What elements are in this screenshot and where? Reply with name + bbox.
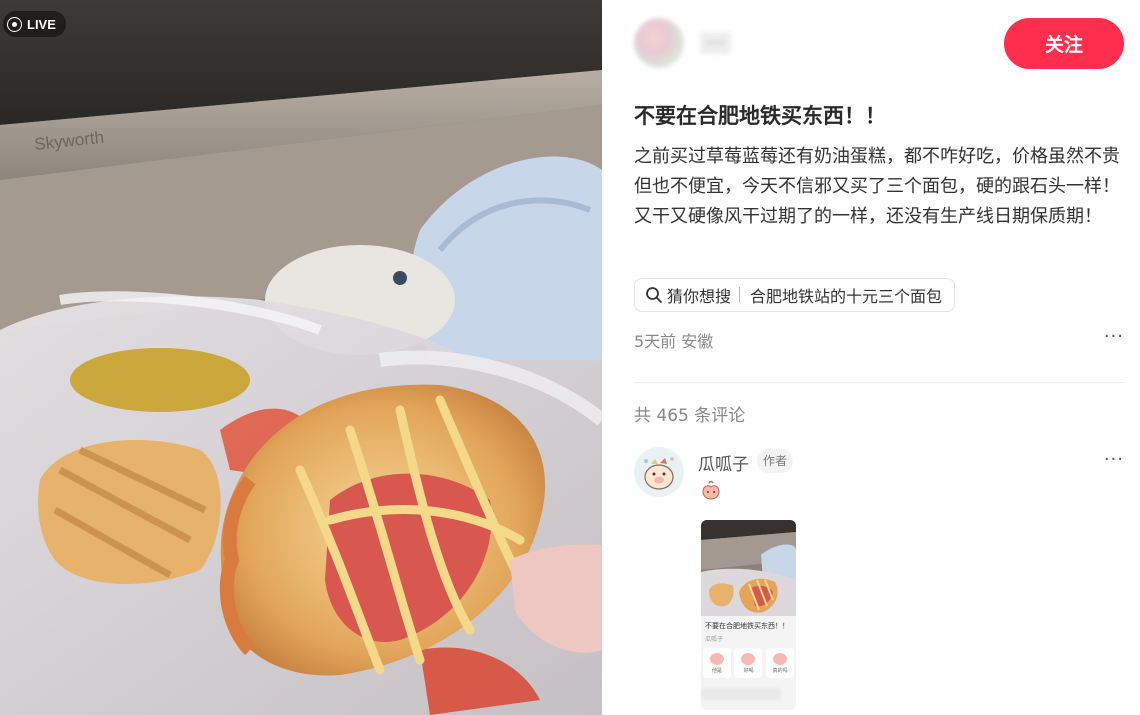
sticker-label: 好喝 (743, 667, 754, 674)
pig-avatar-icon (634, 447, 684, 497)
thumbnail-stickers: 他是 好喝 真的吗 (701, 648, 796, 680)
pig-sticker-icon (741, 652, 756, 665)
sticker-item: 好喝 (734, 648, 763, 678)
thumbnail-footer (701, 688, 781, 700)
bread-photo: Skyworth (0, 0, 602, 715)
commenter-avatar[interactable] (634, 447, 684, 497)
note-detail-panel: ···· 关注 不要在合肥地铁买东西！！ 之前买过草莓蓝莓还有奶油蛋糕，都不咋好… (602, 0, 1140, 715)
live-icon (7, 16, 22, 32)
divider (634, 382, 1124, 383)
search-suggestion-query: 合肥地铁站的十元三个面包 (750, 287, 943, 306)
note-date-location: 5天前 安徽 (634, 332, 714, 351)
sticker-item: 他是 (702, 648, 731, 678)
thumbnail-photo (701, 520, 796, 616)
note-title: 不要在合肥地铁买东西！！ (634, 104, 886, 128)
note-body: 之前买过草莓蓝莓还有奶油蛋糕，都不咋好吃，价格虽然不贵但也不便宜，今天不信邪又买… (634, 146, 1120, 227)
comment-count: 共 465 条评论 (634, 406, 746, 426)
live-badge[interactable]: LIVE (3, 11, 66, 37)
thumbnail-caption: 不要在合肥地铁买东西！！ (705, 622, 789, 630)
author-bar: ···· 关注 (634, 18, 1124, 70)
pig-sticker-icon (709, 652, 724, 665)
sticker-item: 真的吗 (766, 648, 795, 678)
sticker-label: 他是 (711, 667, 722, 674)
search-icon (646, 287, 662, 303)
note-more-icon[interactable]: ··· (1104, 326, 1124, 347)
follow-button[interactable]: 关注 (1004, 18, 1124, 69)
live-label: LIVE (27, 16, 56, 32)
comment-item: 瓜呱子 作者 ··· 不要在合肥地铁买东西！！ 瓜呱子 他是 好喝 真的吗 (634, 447, 1124, 715)
search-suggestion-chip[interactable]: 猜你想搜 合肥地铁站的十元三个面包 (634, 278, 956, 312)
comment-more-icon[interactable]: ··· (1104, 449, 1124, 470)
commenter-name[interactable]: 瓜呱子 (698, 450, 749, 475)
peach-emoji-icon (702, 480, 720, 500)
chip-divider (739, 287, 741, 303)
pig-sticker-icon (773, 652, 788, 665)
author-avatar[interactable] (634, 18, 684, 68)
note-meta-row: 5天前 安徽 ··· (634, 326, 1124, 352)
search-suggestion-prefix: 猜你想搜 (667, 287, 732, 306)
author-name[interactable]: ···· (700, 32, 732, 54)
comment-image-thumbnail[interactable]: 不要在合肥地铁买东西！！ 瓜呱子 他是 好喝 真的吗 (701, 520, 796, 710)
note-photo[interactable]: Skyworth LIVE (0, 0, 602, 715)
sticker-label: 真的吗 (772, 667, 788, 674)
author-tag: 作者 (757, 449, 794, 473)
thumbnail-author: 瓜呱子 (705, 636, 724, 643)
